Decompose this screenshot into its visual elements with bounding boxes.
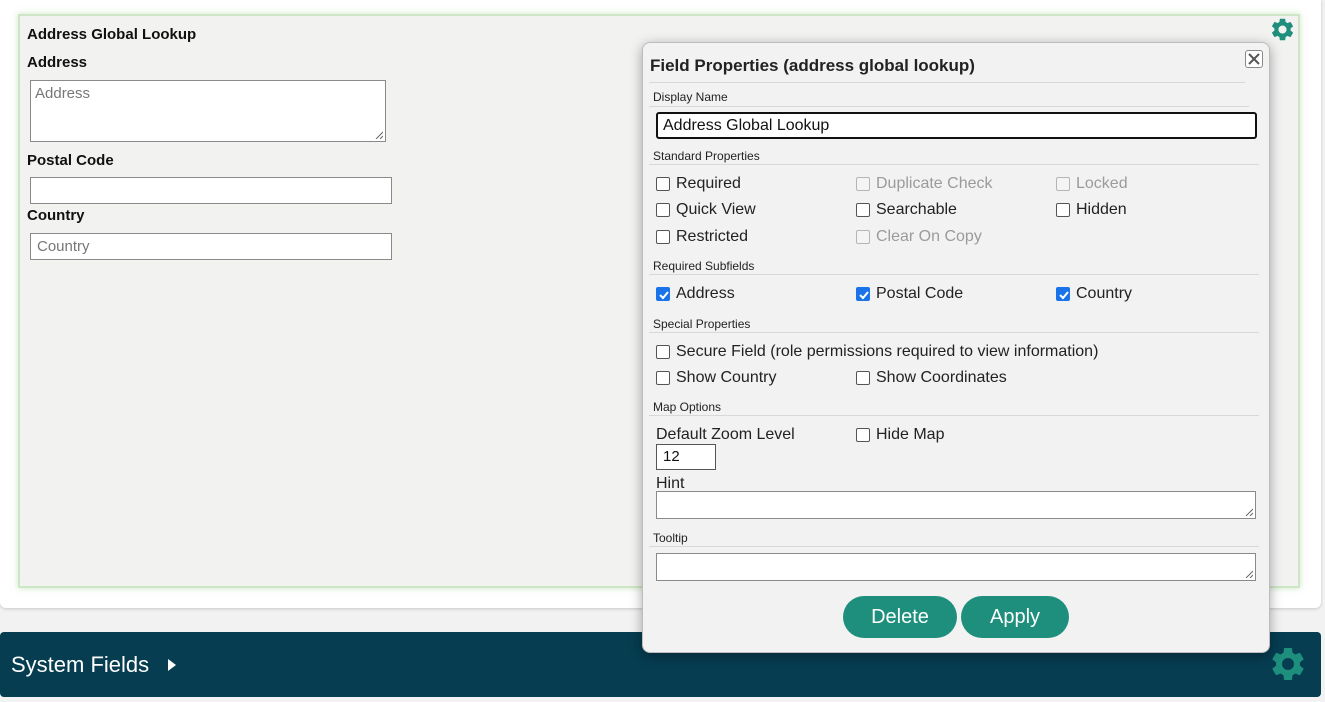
checkbox-label: Address [676, 285, 735, 302]
hide-map-checkbox[interactable]: Hide Map [856, 426, 944, 444]
checkbox-box[interactable] [856, 428, 870, 442]
checkbox-label: Postal Code [876, 285, 964, 302]
default-zoom-label: Default Zoom Level [656, 426, 795, 443]
checkbox-box[interactable] [856, 203, 870, 217]
hidden-checkbox[interactable]: Hidden [1056, 201, 1127, 219]
hint-textarea[interactable] [656, 491, 1256, 519]
field-properties-dialog: Field Properties (address global lookup)… [642, 42, 1270, 653]
display-name-label: Display Name [653, 90, 728, 104]
checkbox-box[interactable] [1056, 203, 1070, 217]
checkbox-label: Secure Field (role permissions required … [676, 343, 1099, 360]
resize-handle-icon[interactable] [375, 131, 383, 139]
gear-icon[interactable] [1268, 644, 1308, 684]
quick-view-checkbox[interactable]: Quick View [656, 201, 756, 219]
checkbox-box[interactable] [656, 345, 670, 359]
secure-field-checkbox[interactable]: Secure Field (role permissions required … [656, 343, 1098, 361]
check-icon [659, 291, 669, 300]
checkbox-label: Clear On Copy [876, 228, 982, 245]
triangle-right-icon[interactable] [168, 659, 176, 671]
resize-handle-icon[interactable] [1245, 508, 1253, 516]
checkbox-box[interactable] [856, 287, 870, 301]
country-input[interactable]: Country [30, 233, 392, 260]
checkbox-box[interactable] [656, 177, 670, 191]
apply-button[interactable]: Apply [961, 596, 1069, 638]
gear-icon[interactable] [1269, 16, 1296, 43]
checkbox-box[interactable] [656, 371, 670, 385]
address-placeholder: Address [35, 85, 91, 102]
subfield-address-checkbox[interactable]: Address [656, 285, 735, 303]
resize-handle-icon[interactable] [1245, 570, 1253, 578]
standard-properties-label: Standard Properties [653, 149, 760, 163]
checkbox-label: Locked [1076, 175, 1128, 192]
show-country-checkbox[interactable]: Show Country [656, 369, 777, 387]
separator [649, 274, 1259, 275]
checkbox-box[interactable] [856, 371, 870, 385]
subfield-country-checkbox[interactable]: Country [1056, 285, 1132, 303]
checkbox-box[interactable] [656, 230, 670, 244]
checkbox-box[interactable] [1056, 287, 1070, 301]
checkbox-box[interactable] [656, 287, 670, 301]
duplicate-check-checkbox: Duplicate Check [856, 175, 993, 193]
checkbox-label: Searchable [876, 201, 957, 218]
delete-button[interactable]: Delete [843, 596, 957, 638]
postal-code-label: Postal Code [27, 152, 114, 169]
address-label: Address [27, 54, 88, 71]
display-name-input[interactable]: Address Global Lookup [656, 112, 1257, 139]
tooltip-textarea[interactable] [656, 553, 1256, 581]
checkbox-box[interactable] [656, 203, 670, 217]
separator [649, 164, 1259, 165]
separator [649, 546, 1259, 547]
checkbox-label: Country [1076, 285, 1133, 302]
checkbox-box [856, 230, 870, 244]
system-fields-title[interactable]: System Fields [11, 652, 149, 678]
close-icon[interactable] [1245, 50, 1263, 68]
separator [649, 415, 1259, 416]
default-zoom-input[interactable]: 12 [656, 444, 716, 470]
check-icon [859, 291, 869, 300]
map-options-label: Map Options [653, 400, 722, 414]
checkbox-label: Show Coordinates [876, 369, 1007, 386]
searchable-checkbox[interactable]: Searchable [856, 201, 957, 219]
checkbox-label: Quick View [676, 201, 756, 218]
checkbox-label: Required [676, 175, 741, 192]
separator [649, 106, 1249, 107]
checkbox-label: Show Country [676, 369, 777, 386]
title-separator [649, 82, 1245, 83]
dialog-title: Field Properties (address global lookup) [650, 56, 975, 75]
checkbox-label: Duplicate Check [876, 175, 993, 192]
checkbox-label: Restricted [676, 228, 749, 245]
special-properties-label: Special Properties [653, 317, 751, 331]
show-coordinates-checkbox[interactable]: Show Coordinates [856, 369, 1007, 387]
checkbox-box [856, 177, 870, 191]
check-icon [1059, 291, 1069, 300]
checkbox-label: Hide Map [876, 426, 945, 443]
postal-code-input[interactable] [30, 177, 392, 204]
locked-checkbox: Locked [1056, 175, 1128, 193]
required-subfields-label: Required Subfields [653, 259, 755, 273]
tooltip-label: Tooltip [653, 531, 688, 545]
required-checkbox[interactable]: Required [656, 175, 741, 193]
clear-on-copy-checkbox: Clear On Copy [856, 228, 982, 246]
subfield-postal-code-checkbox[interactable]: Postal Code [856, 285, 963, 303]
address-textarea[interactable]: Address [30, 80, 386, 142]
field-title: Address Global Lookup [27, 26, 197, 43]
separator [649, 332, 1259, 333]
country-label: Country [27, 207, 85, 224]
restricted-checkbox[interactable]: Restricted [656, 228, 748, 246]
checkbox-label: Hidden [1076, 201, 1127, 218]
checkbox-box [1056, 177, 1070, 191]
